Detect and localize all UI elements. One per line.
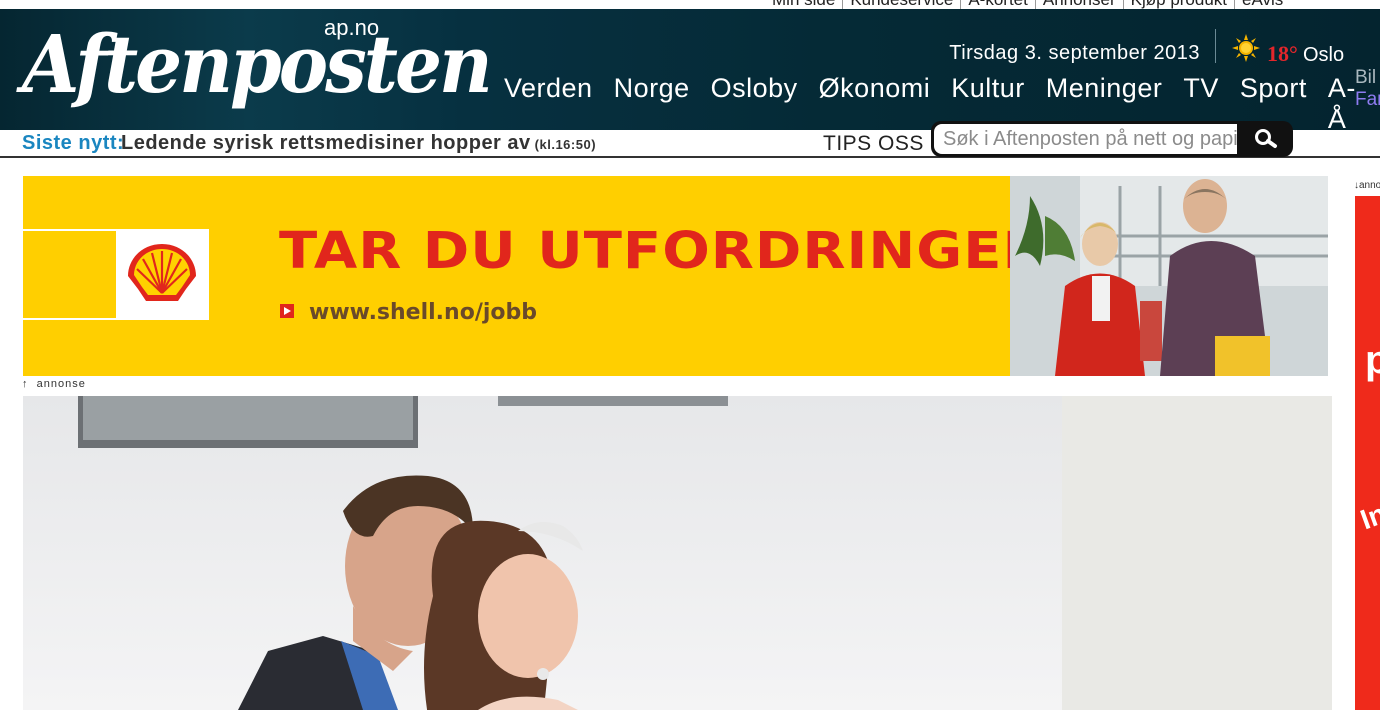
ad-url[interactable]: www.shell.no/jobb — [309, 300, 537, 325]
nav-okonomi[interactable]: Økonomi — [809, 73, 941, 135]
side-ad-label: ↓annonse — [1354, 180, 1380, 191]
nav-bil[interactable]: Bil — [1355, 67, 1380, 89]
site-logo[interactable]: Aftenposten — [22, 13, 493, 117]
breaking-headline-time: (kl.16:50) — [534, 137, 597, 152]
ad-arrow-icon — [280, 304, 294, 318]
nav-norge[interactable]: Norge — [604, 73, 700, 135]
shell-logo-box — [116, 229, 209, 320]
side-skyscraper-ad[interactable]: p In — [1355, 196, 1380, 710]
wedding-photo — [23, 396, 1062, 710]
side-ad-text-2: In — [1356, 497, 1380, 536]
nav-extra-links: Bil Fam — [1355, 67, 1380, 111]
side-ad-text: p — [1365, 338, 1380, 382]
ad-divider — [23, 318, 116, 320]
ad-divider — [23, 229, 116, 231]
current-date: Tirsdag 3. september 2013 — [949, 42, 1200, 64]
tips-oss-link[interactable]: TIPS OSS — [823, 132, 924, 156]
breaking-headline-text[interactable]: Ledende syrisk rettsmedisiner hopper av — [121, 132, 531, 154]
search-icon[interactable] — [1238, 121, 1293, 157]
ad-photo — [1010, 176, 1328, 376]
nav-osloby[interactable]: Osloby — [701, 73, 808, 135]
ad-photo-people — [1010, 176, 1328, 376]
ad-label-text: annonse — [36, 378, 86, 390]
lead-story-side-panel — [1062, 396, 1332, 710]
lead-story-photo[interactable] — [23, 396, 1062, 710]
temperature: 18° — [1267, 41, 1298, 66]
logo-suffix: ap.no — [324, 15, 380, 40]
siste-nytt-label: Siste nytt: — [22, 132, 125, 154]
site-header: Aftenposten ap.no Tirsdag 3. september 2… — [0, 9, 1380, 134]
side-ad-label-text: annonse — [1359, 180, 1380, 191]
ad-label: ↑ annonse — [22, 378, 86, 390]
header-divider — [1215, 29, 1216, 63]
search-input[interactable] — [934, 124, 1237, 154]
weather-city[interactable]: Oslo — [1303, 44, 1344, 67]
sun-icon — [1232, 34, 1260, 62]
shell-logo — [128, 244, 196, 301]
breaking-headline-link[interactable]: Ledende syrisk rettsmedisiner hopper av(… — [121, 132, 596, 155]
nav-verden[interactable]: Verden — [494, 73, 603, 135]
shell-ad-banner[interactable]: TAR DU UTFORDRINGEN? www.shell.no/jobb — [23, 176, 1328, 376]
breaking-news-bar: Siste nytt: Ledende syrisk rettsmedisine… — [0, 121, 1380, 158]
nav-familie[interactable]: Fam — [1355, 89, 1380, 111]
search-box — [931, 121, 1293, 157]
ad-headline: TAR DU UTFORDRINGEN? — [279, 222, 1084, 281]
